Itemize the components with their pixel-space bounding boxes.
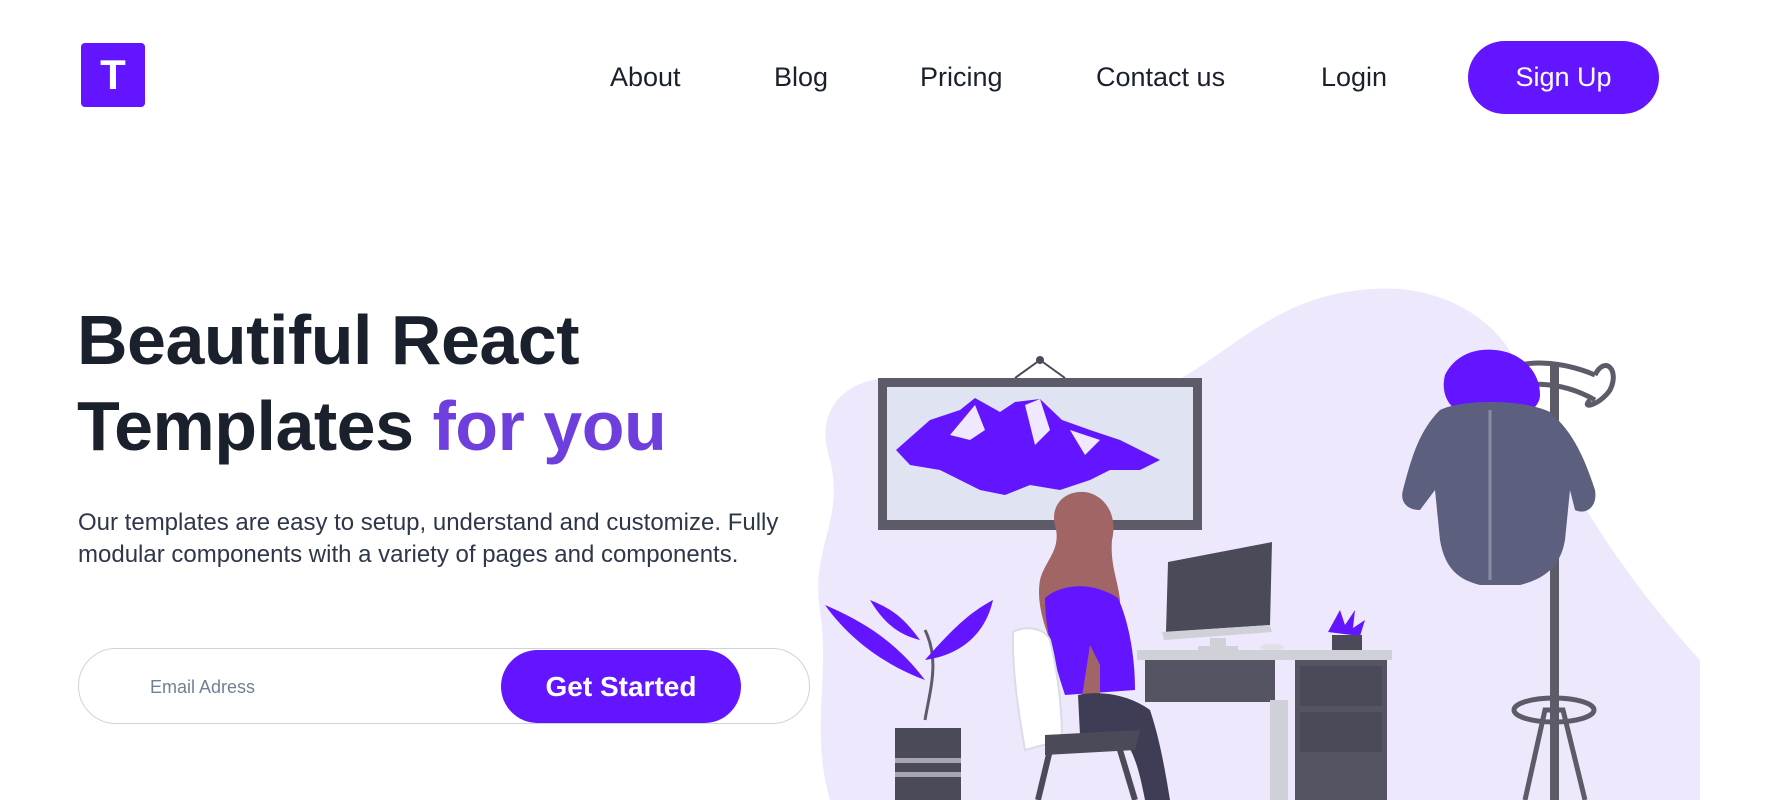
email-input[interactable] xyxy=(148,669,482,705)
hero-title: Beautiful React Templates for you xyxy=(77,297,667,469)
nav-link-pricing[interactable]: Pricing xyxy=(920,62,1003,93)
woman-at-desk-illustration xyxy=(818,288,1700,800)
get-started-button[interactable]: Get Started xyxy=(501,650,741,723)
hero-description: Our templates are easy to setup, underst… xyxy=(78,507,808,571)
nav-link-about[interactable]: About xyxy=(610,62,681,93)
landing-page: T About Blog Pricing Contact us Login Si… xyxy=(0,0,1767,800)
nav-link-blog[interactable]: Blog xyxy=(774,62,828,93)
signup-button[interactable]: Sign Up xyxy=(1468,41,1659,114)
nav-link-login[interactable]: Login xyxy=(1321,62,1387,93)
hero-description-line1: Our templates are easy to setup, underst… xyxy=(78,509,722,536)
hero-title-line2: Templates xyxy=(77,387,433,465)
nav-link-contact-us[interactable]: Contact us xyxy=(1096,62,1225,93)
hero-title-accent: for you xyxy=(432,387,667,465)
email-signup-form: Get Started xyxy=(78,648,810,724)
main-nav: About Blog Pricing Contact us Login Sign… xyxy=(0,40,1767,116)
mountain-painting xyxy=(878,356,1202,530)
hero-title-line1: Beautiful React xyxy=(77,301,580,379)
